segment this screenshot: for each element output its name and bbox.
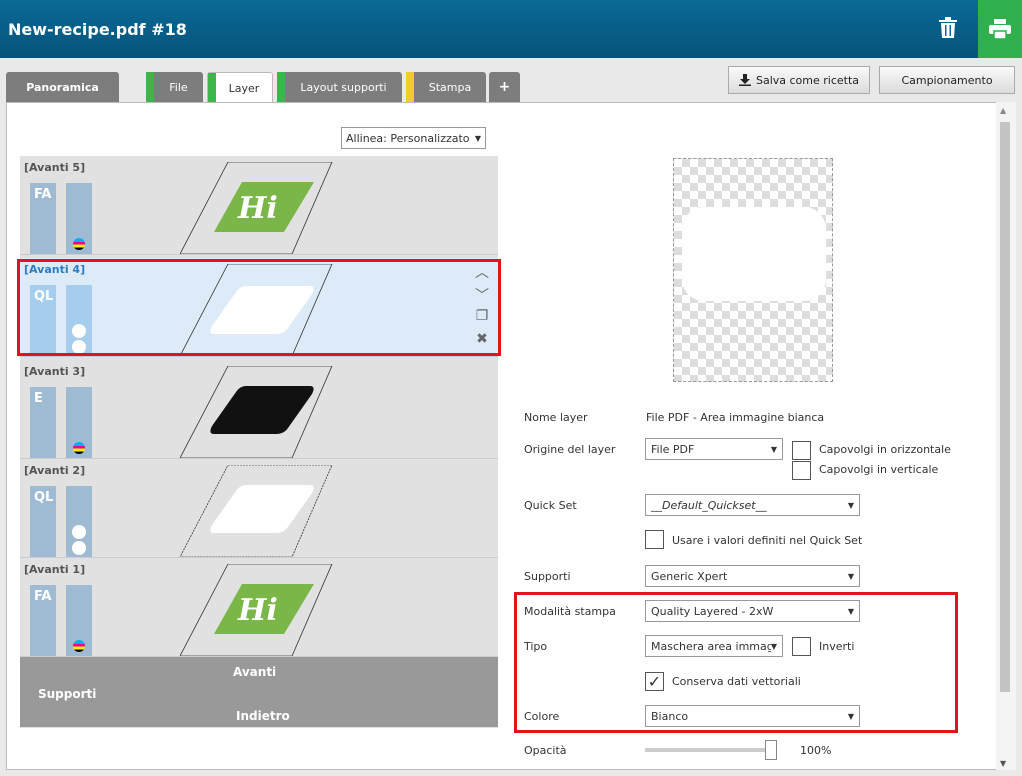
- flip-horizontal-checkbox[interactable]: [792, 441, 811, 460]
- layer-item[interactable]: [Avanti 5] FA Hi: [20, 156, 498, 255]
- layer-label: [Avanti 3]: [24, 365, 86, 378]
- chevron-down-icon: ▼: [770, 444, 777, 454]
- use-quickset-checkbox[interactable]: [645, 530, 664, 549]
- supports-back-label[interactable]: Indietro: [236, 709, 290, 723]
- tab-label: Layer: [228, 81, 260, 95]
- tab-label: Panoramica: [26, 80, 99, 94]
- scroll-down-icon[interactable]: ▼: [1000, 759, 1006, 768]
- tab-layer[interactable]: Layer: [207, 72, 273, 104]
- opacity-value: 100%: [800, 744, 832, 757]
- layer-item[interactable]: [Avanti 3] E: [20, 360, 498, 459]
- svg-text:Hi: Hi: [237, 191, 278, 226]
- opacity-slider-thumb[interactable]: [765, 740, 777, 760]
- align-select-value: Allinea: Personalizzato: [346, 131, 470, 145]
- quickset-select-value: __Default_Quickset__: [651, 498, 767, 512]
- tab-stampa[interactable]: Stampa: [406, 72, 486, 102]
- chevron-down-icon: ▼: [474, 133, 481, 143]
- origin-select[interactable]: File PDF ▼: [645, 438, 783, 460]
- sampling-label: Campionamento: [901, 73, 993, 87]
- supports-select[interactable]: Generic Xpert ▼: [645, 565, 860, 587]
- supports-front-label[interactable]: Avanti: [233, 665, 276, 679]
- plus-icon: +: [498, 79, 511, 95]
- printer-icon: [989, 19, 1011, 39]
- flip-horizontal-label: Capovolgi in orizzontale: [819, 443, 951, 456]
- title-bar: New-recipe.pdf #18: [0, 0, 1022, 58]
- cmyk-icon: [73, 640, 85, 652]
- cmyk-icon: [73, 442, 85, 454]
- layer-thumbnail: [180, 465, 333, 557]
- tab-stripe: [208, 73, 216, 104]
- tab-stripe: [277, 72, 285, 102]
- tab-label: File: [169, 80, 188, 94]
- align-select[interactable]: Allinea: Personalizzato ▼: [341, 127, 486, 149]
- print-settings-highlight: [514, 592, 958, 733]
- delete-button[interactable]: [930, 10, 966, 46]
- white-ink-icon: [72, 523, 86, 555]
- quickset-select[interactable]: __Default_Quickset__ ▼: [645, 494, 860, 516]
- save-as-recipe-button[interactable]: Salva come ricetta: [728, 66, 870, 94]
- layer-preview: [673, 158, 833, 382]
- chevron-down-icon: ▼: [847, 571, 854, 581]
- download-icon: [738, 74, 751, 86]
- preview-shape: [682, 207, 826, 301]
- scroll-up-icon[interactable]: ▲: [1000, 106, 1006, 115]
- layer-type-badge: FA: [30, 585, 56, 656]
- layer-name-label: Nome layer: [524, 411, 588, 424]
- tab-layout-supporti[interactable]: Layout supporti: [277, 72, 402, 102]
- layer-thumbnail: Hi: [180, 564, 333, 656]
- sampling-button[interactable]: Campionamento: [879, 66, 1015, 94]
- vertical-scrollbar[interactable]: ▲ ▼: [996, 102, 1016, 770]
- origin-label: Origine del layer: [524, 443, 616, 456]
- tab-file[interactable]: File: [146, 72, 203, 102]
- supports-label: Supporti: [38, 687, 97, 701]
- trash-icon: [939, 17, 957, 38]
- tab-label: Layout supporti: [300, 80, 387, 94]
- layer-label: [Avanti 1]: [24, 563, 86, 576]
- layer-label: [Avanti 5]: [24, 161, 86, 174]
- layer-ink-column: [66, 585, 92, 656]
- save-as-recipe-label: Salva come ricetta: [755, 73, 860, 87]
- supports-field-label: Supporti: [524, 570, 571, 583]
- layer-item[interactable]: [Avanti 2] QL: [20, 459, 498, 558]
- layer-item[interactable]: [Avanti 1] FA Hi: [20, 558, 498, 657]
- layer-ink-column: [66, 486, 92, 557]
- supports-select-value: Generic Xpert: [651, 569, 728, 583]
- layer-type-badge: E: [30, 387, 56, 458]
- scroll-thumb[interactable]: [1000, 122, 1010, 692]
- window-title: New-recipe.pdf #18: [8, 20, 187, 39]
- use-quickset-label: Usare i valori definiti nel Quick Set: [672, 534, 863, 547]
- flip-vertical-label: Capovolgi in verticale: [819, 463, 939, 476]
- origin-select-value: File PDF: [651, 442, 695, 456]
- layer-type-badge: FA: [30, 183, 56, 254]
- tab-label: Stampa: [428, 80, 472, 94]
- tab-stripe: [406, 72, 414, 102]
- layer-thumbnail: [180, 366, 333, 458]
- layer-name-value: File PDF - Area immagine bianca: [646, 411, 825, 424]
- print-button[interactable]: [978, 0, 1022, 58]
- svg-text:Hi: Hi: [237, 593, 278, 628]
- layer-label: [Avanti 2]: [24, 464, 86, 477]
- quickset-label: Quick Set: [524, 499, 577, 512]
- selected-layer-highlight: [17, 259, 501, 356]
- chevron-down-icon: ▼: [847, 500, 854, 510]
- tab-panoramica[interactable]: Panoramica: [6, 72, 119, 102]
- layer-ink-column: [66, 387, 92, 458]
- cmyk-icon: [73, 238, 85, 250]
- add-tab-button[interactable]: +: [489, 72, 520, 102]
- supports-bar: Supporti Avanti Indietro: [20, 657, 498, 727]
- opacity-label: Opacità: [524, 744, 567, 757]
- layer-ink-column: [66, 183, 92, 254]
- layer-type-badge: QL: [30, 486, 56, 557]
- opacity-slider-track[interactable]: [645, 748, 777, 752]
- tab-stripe: [146, 72, 154, 102]
- layer-thumbnail: Hi: [180, 162, 333, 254]
- flip-vertical-checkbox[interactable]: [792, 461, 811, 480]
